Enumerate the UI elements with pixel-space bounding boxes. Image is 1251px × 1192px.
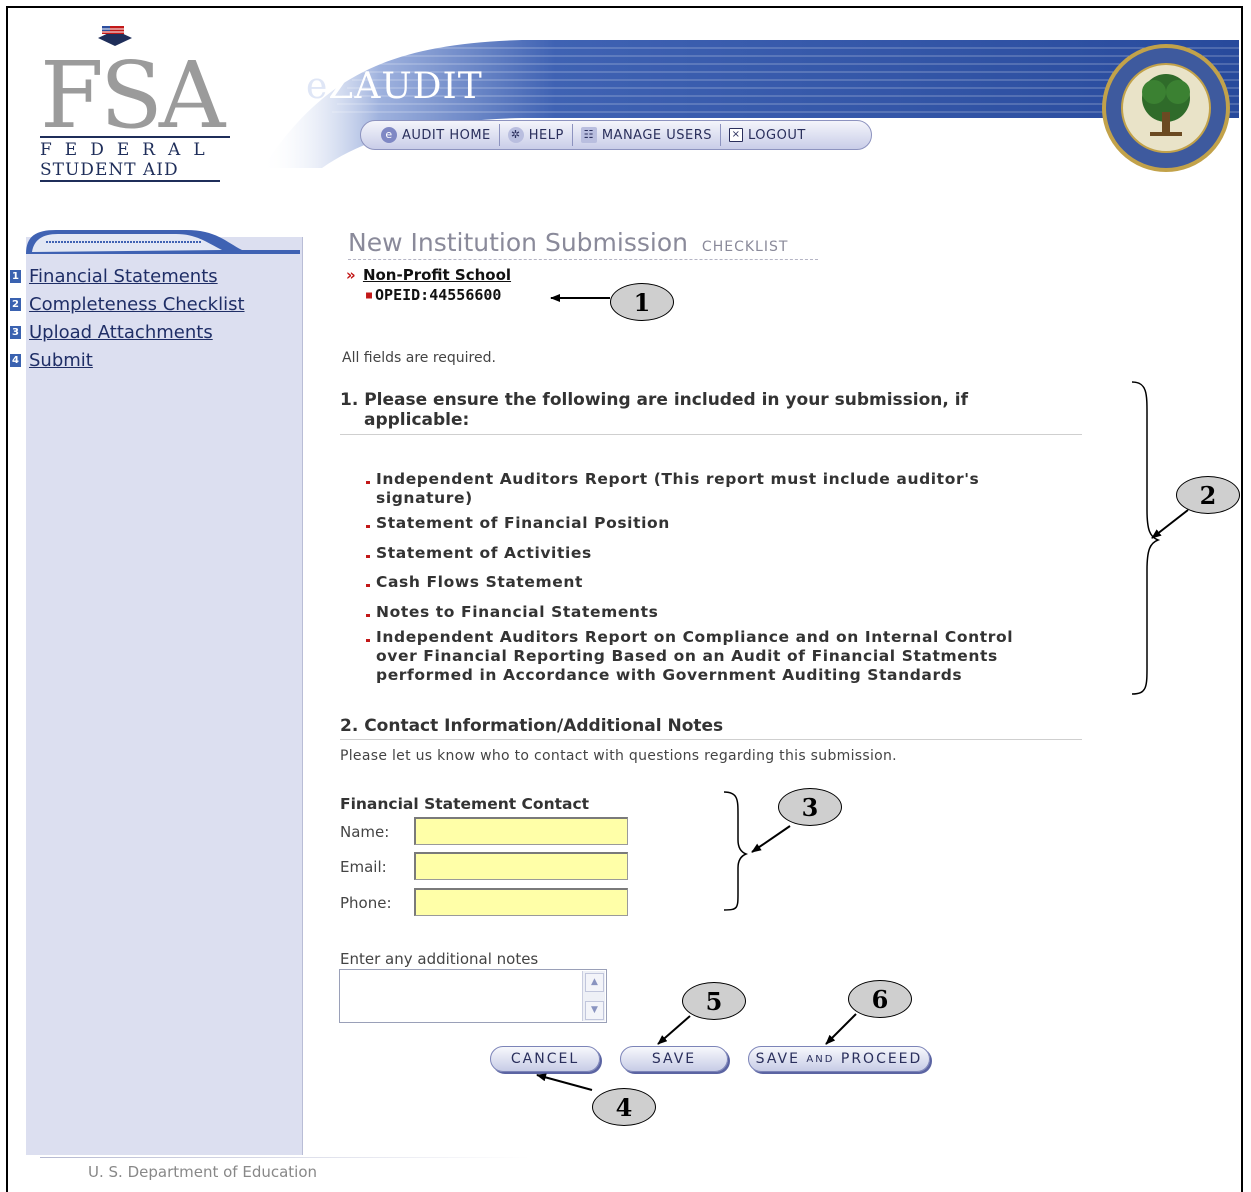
phone-field[interactable] <box>414 888 628 916</box>
section-2-heading: 2. Contact Information/Additional Notes <box>340 716 1082 740</box>
top-nav-bar: e AUDIT HOME ✲ HELP ☷ MANAGE USERS × LOG… <box>360 120 872 150</box>
name-field[interactable] <box>414 817 628 845</box>
opeid-value: OPEID:44556600 <box>375 286 502 304</box>
section-1-heading-line2: applicable: <box>364 410 470 430</box>
institution-line: » Non-Profit School <box>346 266 511 284</box>
name-label: Name: <box>340 823 390 841</box>
sidebar-item-label[interactable]: Completeness Checklist <box>29 294 245 315</box>
fsa-logo: FSA FEDERAL STUDENT AID <box>34 24 234 184</box>
notes-scrollbar[interactable]: ▲ ▼ <box>582 971 605 1021</box>
callout-1: 1 <box>610 283 674 321</box>
sidebar-item-financial-statements[interactable]: 1 Financial Statements <box>10 262 245 290</box>
required-note: All fields are required. <box>342 350 496 366</box>
page-title-text: New Institution Submission <box>348 228 688 257</box>
sidebar-nav: 1 Financial Statements 2 Completeness Ch… <box>10 262 245 374</box>
step-number-badge: 4 <box>10 353 21 367</box>
notes-label: Enter any additional notes <box>340 950 539 968</box>
callout-6: 6 <box>848 980 912 1018</box>
nav-help-label: HELP <box>528 127 564 143</box>
save-and-proceed-label-b: PROCEED <box>840 1051 923 1067</box>
nav-manage-users-label: MANAGE USERS <box>601 127 713 143</box>
sidebar-item-upload-attachments[interactable]: 3 Upload Attachments <box>10 318 245 346</box>
fsa-letters: FSA <box>40 42 225 149</box>
save-and-proceed-label-and: AND <box>806 1053 835 1065</box>
checklist: Independent Auditors Report (This report… <box>364 470 1054 685</box>
nav-audit-home-label: AUDIT HOME <box>402 127 491 143</box>
save-and-proceed-button[interactable]: SAVE AND PROCEED <box>748 1046 930 1072</box>
nav-logout[interactable]: × LOGOUT <box>721 124 814 146</box>
department-of-education-seal <box>1102 44 1230 172</box>
section-2-description: Please let us know who to contact with q… <box>340 748 897 764</box>
nav-audit-home[interactable]: e AUDIT HOME <box>373 124 500 146</box>
section-1-heading-line1: 1. Please ensure the following are inclu… <box>340 390 968 410</box>
ez-icon: e <box>381 127 397 143</box>
page-subtitle: CHECKLIST <box>701 239 789 255</box>
help-icon: ✲ <box>507 127 524 143</box>
opeid-line: ■ OPEID:44556600 <box>366 286 501 304</box>
bullet-icon: ■ <box>366 290 373 301</box>
users-icon: ☷ <box>580 127 597 143</box>
callout-4: 4 <box>592 1088 656 1126</box>
footer-text: U. S. Department of Education <box>88 1163 318 1181</box>
list-item: Independent Auditors Report on Complianc… <box>364 628 1048 685</box>
sidebar-tab <box>26 230 300 254</box>
notes-textarea[interactable]: ▲ ▼ <box>339 969 607 1023</box>
step-number-badge: 3 <box>10 325 21 339</box>
sidebar-item-completeness-checklist[interactable]: 2 Completeness Checklist <box>10 290 245 318</box>
nav-manage-users[interactable]: ☷ MANAGE USERS <box>573 124 722 146</box>
scroll-down-icon[interactable]: ▼ <box>585 1001 604 1020</box>
email-label: Email: <box>340 858 387 876</box>
step-number-badge: 1 <box>10 269 21 283</box>
fsa-federal-text: FEDERAL <box>40 136 230 160</box>
nav-help[interactable]: ✲ HELP <box>500 124 573 146</box>
close-box-icon: × <box>729 128 744 142</box>
email-field[interactable] <box>414 852 628 880</box>
save-button[interactable]: SAVE <box>620 1046 728 1072</box>
contact-heading: Financial Statement Contact <box>340 795 590 813</box>
sidebar-item-submit[interactable]: 4 Submit <box>10 346 245 374</box>
app-title-prefix: e <box>306 66 329 107</box>
list-item: Independent Auditors Report (This report… <box>364 470 1016 508</box>
double-chevron-icon: » <box>346 266 356 284</box>
callout-5: 5 <box>682 982 746 1020</box>
list-item: Statement of Financial Position <box>364 514 1054 533</box>
section-1-heading: 1. Please ensure the following are inclu… <box>340 390 1082 435</box>
sidebar-item-label[interactable]: Upload Attachments <box>29 322 213 343</box>
sidebar-item-label[interactable]: Financial Statements <box>29 266 218 287</box>
nav-logout-label: LOGOUT <box>748 127 806 143</box>
page-title: New Institution Submission CHECKLIST <box>348 228 818 260</box>
sidebar <box>26 237 303 1155</box>
cancel-button[interactable]: CANCEL <box>490 1046 600 1072</box>
list-item: Notes to Financial Statements <box>364 603 1054 622</box>
list-item: Cash Flows Statement <box>364 573 1054 592</box>
sidebar-item-label[interactable]: Submit <box>29 350 93 371</box>
callout-3: 3 <box>778 788 842 826</box>
fsa-student-aid-text: STUDENT AID <box>40 160 220 182</box>
callout-2: 2 <box>1176 476 1240 514</box>
list-item: Statement of Activities <box>364 544 1054 563</box>
footer-divider <box>40 1157 530 1158</box>
save-and-proceed-label-a: SAVE <box>755 1051 800 1067</box>
app-title: eZAUDIT <box>306 66 483 107</box>
step-number-badge: 2 <box>10 297 21 311</box>
app-title-text: ZAUDIT <box>328 66 483 107</box>
scroll-up-icon[interactable]: ▲ <box>585 973 604 992</box>
institution-name-link[interactable]: Non-Profit School <box>363 266 511 284</box>
phone-label: Phone: <box>340 894 392 912</box>
